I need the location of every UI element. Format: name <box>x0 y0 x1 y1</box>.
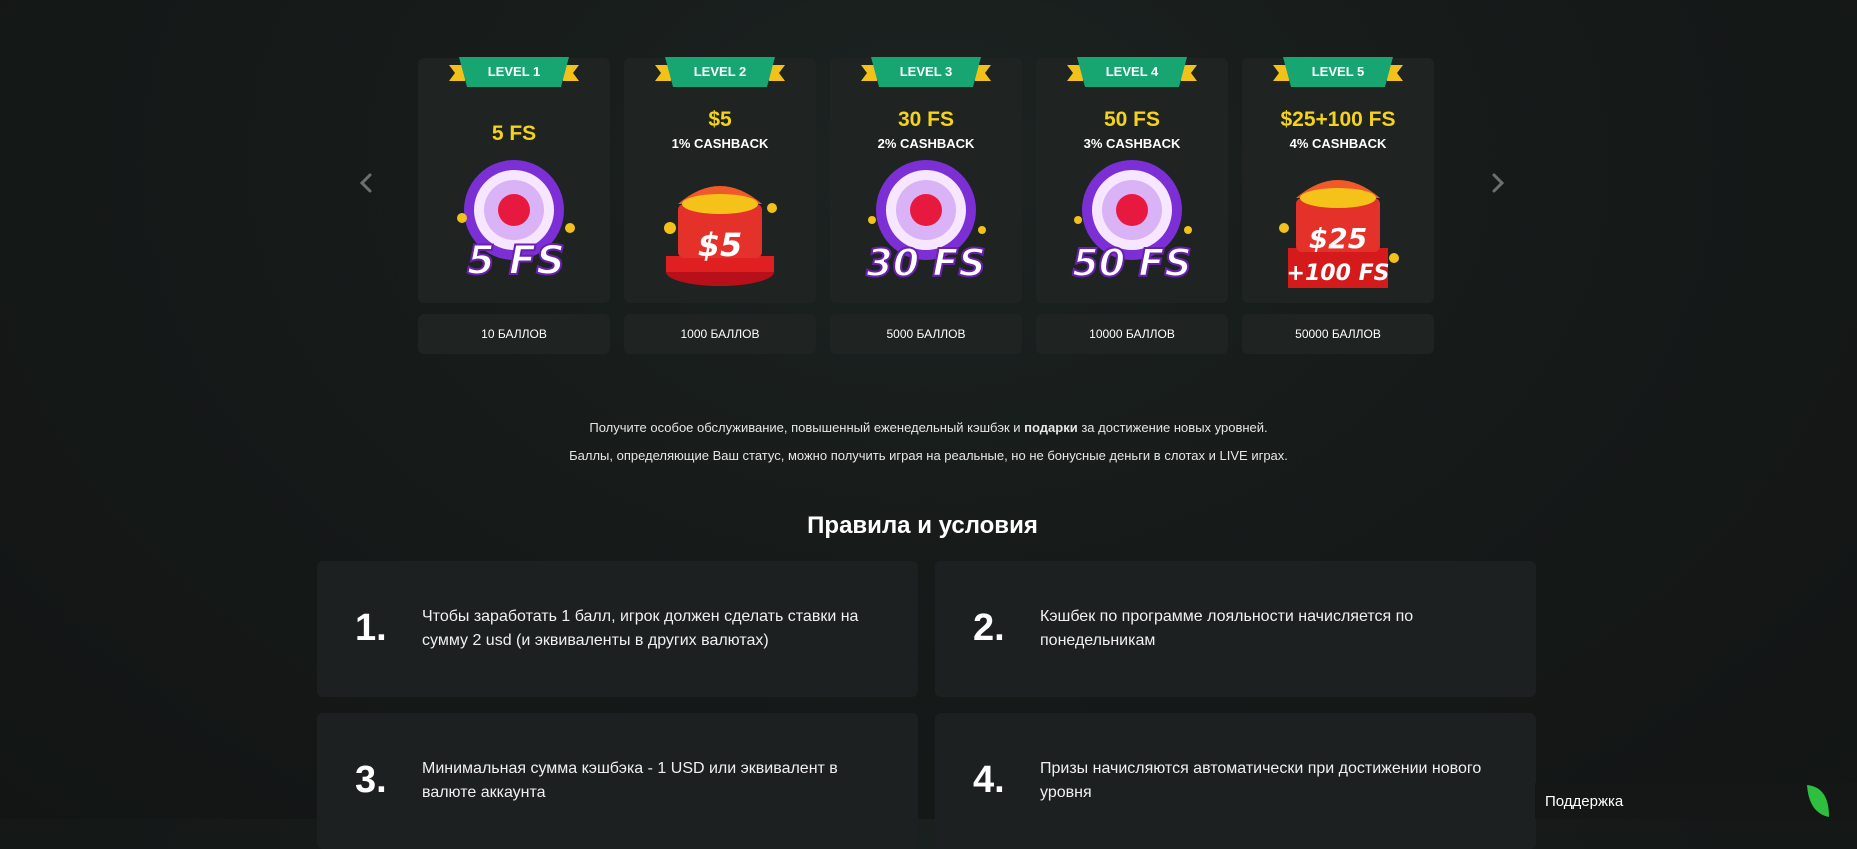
level-label: LEVEL 2 <box>693 64 747 79</box>
level-card: LEVEL 1 5 FS 5 FS <box>418 57 610 303</box>
fortune-wheel-icon: 30 FS <box>858 158 994 292</box>
rule-text: Чтобы заработать 1 балл, игрок должен сд… <box>422 608 859 649</box>
leaf-icon <box>1807 785 1829 817</box>
chevron-left-icon <box>359 173 372 193</box>
level-card: LEVEL 3 30 FS 2% CASHBACK 30 FS <box>830 57 1022 303</box>
fortune-wheel-icon: 50 FS <box>1064 158 1200 292</box>
level-label: LEVEL 5 <box>1311 64 1365 79</box>
level-points: 1000 БАЛЛОВ <box>624 314 816 354</box>
fortune-wheel-icon: 5 FS <box>446 158 582 292</box>
rule-number: 2. <box>973 607 1005 649</box>
level-label: LEVEL 1 <box>487 64 541 79</box>
intro-text: Получите особое обслуживание, повышенный… <box>589 420 1025 435</box>
intro-text: за достижение новых уровней. <box>1077 420 1268 435</box>
art-text: 5 FS <box>467 238 565 284</box>
intro-line-2: Баллы, определяющие Ваш статус, можно по… <box>569 448 1288 463</box>
loyalty-intro: Получите особое обслуживание, повышенный… <box>0 414 1857 470</box>
level-ribbon: LEVEL 2 <box>655 57 785 91</box>
level-reward: 50 FS <box>1103 108 1161 131</box>
support-widget[interactable]: Поддержка <box>1535 783 1857 819</box>
art-text: 50 FS <box>1072 241 1191 285</box>
level-points: 5000 БАЛЛОВ <box>830 314 1022 354</box>
treasure-chest-icon: $25 +100 FS <box>1270 158 1406 292</box>
level-points: 10 БАЛЛОВ <box>418 314 610 354</box>
rule-card: 4. Призы начисляются автоматически при д… <box>935 713 1536 849</box>
level-card: LEVEL 4 50 FS 3% CASHBACK 50 FS <box>1036 57 1228 303</box>
level-points: 50000 БАЛЛОВ <box>1242 314 1434 354</box>
rule-text: Кэшбек по программе лояльности начисляет… <box>1040 608 1414 649</box>
rule-number: 1. <box>355 607 387 649</box>
support-label: Поддержка <box>1545 793 1624 810</box>
intro-line-1: Получите особое обслуживание, повышенный… <box>0 414 1857 442</box>
level-card: LEVEL 2 $5 1% CASHBACK $5 <box>624 57 816 303</box>
level-label: LEVEL 3 <box>899 64 953 79</box>
level-cashback: 4% CASHBACK <box>1289 136 1387 151</box>
intro-bold-text: подарки <box>1024 420 1078 435</box>
rule-text: Призы начисляются автоматически при дост… <box>1040 760 1482 801</box>
level-points: 10000 БАЛЛОВ <box>1036 314 1228 354</box>
level-cashback: 3% CASHBACK <box>1083 136 1181 151</box>
carousel-next-button[interactable] <box>1482 168 1512 198</box>
level-cashback: 2% CASHBACK <box>877 136 975 151</box>
rule-card: 2. Кэшбек по программе лояльности начисл… <box>935 561 1536 697</box>
level-reward: 30 FS <box>897 108 955 131</box>
rule-text: Минимальная сумма кэшбэка - 1 USD или эк… <box>422 760 838 801</box>
levels-carousel: LEVEL 1 5 FS 5 FS 10 БАЛЛОВ LEVEL 2 $5 1… <box>0 0 1857 370</box>
art-text: +100 FS <box>1287 261 1390 286</box>
art-text: $5 <box>698 226 743 264</box>
art-text: $25 <box>1309 222 1367 255</box>
level-ribbon: LEVEL 4 <box>1067 57 1197 91</box>
rule-number: 4. <box>973 759 1005 801</box>
level-reward: $5 <box>708 108 732 131</box>
rules-title: Правила и условия <box>807 512 1038 539</box>
chevron-right-icon <box>1492 173 1505 193</box>
level-ribbon: LEVEL 5 <box>1273 57 1403 91</box>
rule-card: 1. Чтобы заработать 1 балл, игрок должен… <box>317 561 918 697</box>
level-ribbon: LEVEL 3 <box>861 57 991 91</box>
carousel-prev-button[interactable] <box>352 168 382 198</box>
level-reward: 5 FS <box>491 122 537 145</box>
level-reward: $25+100 FS <box>1280 108 1396 131</box>
level-card: LEVEL 5 $25+100 FS 4% CASHBACK $25 +100 … <box>1242 57 1434 303</box>
level-ribbon: LEVEL 1 <box>449 57 579 91</box>
level-cashback: 1% CASHBACK <box>671 136 769 151</box>
art-text: 30 FS <box>866 241 985 285</box>
level-label: LEVEL 4 <box>1105 64 1159 79</box>
rule-number: 3. <box>355 759 387 801</box>
treasure-chest-icon: $5 <box>652 158 788 292</box>
rule-card: 3. Минимальная сумма кэшбэка - 1 USD или… <box>317 713 918 849</box>
